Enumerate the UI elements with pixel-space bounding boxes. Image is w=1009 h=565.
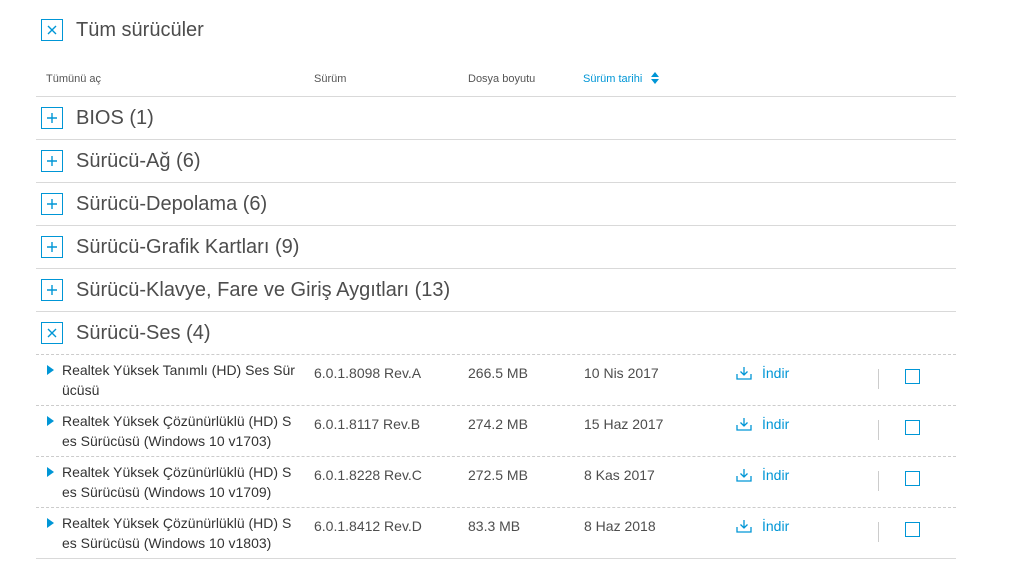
all-drivers-header[interactable]: Tüm sürücüler (41, 16, 204, 44)
plus-icon[interactable] (41, 236, 63, 258)
triangle-right-icon[interactable] (47, 365, 54, 375)
separator (878, 420, 879, 440)
download-label: İndir (762, 365, 790, 381)
plus-icon[interactable] (41, 107, 63, 129)
download-label: İndir (762, 467, 790, 483)
driver-date: 8 Kas 2017 (584, 467, 655, 483)
driver-date: 15 Haz 2017 (584, 416, 664, 432)
close-x-icon[interactable] (41, 322, 63, 344)
driver-name[interactable]: Realtek Yüksek Çözünürlüklü (HD) Ses Sür… (62, 411, 298, 451)
category-audio[interactable]: Sürücü-Ses (4) (36, 312, 956, 354)
driver-version: 6.0.1.8228 Rev.C (314, 467, 422, 483)
category-label: Sürücü-Depolama (6) (76, 192, 268, 215)
download-label: İndir (762, 518, 790, 534)
category-label: BIOS (1) (76, 106, 154, 129)
driver-size: 266.5 MB (468, 365, 528, 381)
driver-version: 6.0.1.8412 Rev.D (314, 518, 422, 534)
select-checkbox[interactable] (905, 420, 920, 435)
separator (878, 369, 879, 389)
sort-icon[interactable] (650, 71, 660, 88)
driver-name[interactable]: Realtek Yüksek Çözünürlüklü (HD) Ses Sür… (62, 513, 298, 553)
triangle-right-icon[interactable] (47, 467, 54, 477)
category-label: Sürücü-Ses (4) (76, 321, 211, 344)
driver-version: 6.0.1.8117 Rev.B (314, 416, 421, 432)
download-label: İndir (762, 416, 790, 432)
driver-row: Realtek Yüksek Çözünürlüklü (HD) Ses Sür… (36, 508, 956, 558)
download-button[interactable]: İndir (736, 467, 789, 483)
category-label: Sürücü-Klavye, Fare ve Giriş Aygıtları (… (76, 278, 451, 301)
triangle-right-icon[interactable] (47, 416, 54, 426)
download-button[interactable]: İndir (736, 416, 789, 432)
release-date-label: Sürüm tarihi (583, 73, 643, 85)
category-label: Sürücü-Grafik Kartları (9) (76, 235, 300, 258)
driver-date: 8 Haz 2018 (584, 518, 656, 534)
select-checkbox[interactable] (905, 471, 920, 486)
plus-icon[interactable] (41, 193, 63, 215)
column-header-release-date[interactable]: Sürüm tarihi (583, 68, 660, 90)
close-x-icon[interactable] (41, 19, 63, 41)
driver-size: 272.5 MB (468, 467, 528, 483)
driver-name[interactable]: Realtek Yüksek Çözünürlüklü (HD) Ses Sür… (62, 462, 298, 502)
download-button[interactable]: İndir (736, 365, 789, 381)
category-graphics[interactable]: Sürücü-Grafik Kartları (9) (36, 226, 956, 268)
download-button[interactable]: İndir (736, 518, 789, 534)
plus-icon[interactable] (41, 279, 63, 301)
category-network[interactable]: Sürücü-Ağ (6) (36, 140, 956, 182)
driver-date: 10 Nis 2017 (584, 365, 659, 381)
driver-size: 83.3 MB (468, 518, 521, 534)
category-label: Sürücü-Ağ (6) (76, 149, 201, 172)
separator (878, 471, 879, 491)
expand-all-link[interactable]: Tümünü aç (46, 68, 101, 90)
category-input-devices[interactable]: Sürücü-Klavye, Fare ve Giriş Aygıtları (… (36, 269, 956, 311)
category-storage[interactable]: Sürücü-Depolama (6) (36, 183, 956, 225)
page-title: Tüm sürücüler (76, 18, 204, 41)
driver-name[interactable]: Realtek Yüksek Tanımlı (HD) Ses Sürücüsü (62, 360, 298, 400)
select-checkbox[interactable] (905, 369, 920, 384)
driver-size: 274.2 MB (468, 416, 528, 432)
driver-row: Realtek Yüksek Çözünürlüklü (HD) Ses Sür… (36, 457, 956, 507)
separator (878, 522, 879, 542)
triangle-right-icon[interactable] (47, 518, 54, 528)
divider (36, 558, 956, 559)
driver-row: Realtek Yüksek Çözünürlüklü (HD) Ses Sür… (36, 406, 956, 456)
select-checkbox[interactable] (905, 522, 920, 537)
driver-row: Realtek Yüksek Tanımlı (HD) Ses Sürücüsü… (36, 355, 956, 405)
plus-icon[interactable] (41, 150, 63, 172)
column-header-version: Sürüm (314, 73, 347, 85)
column-header-file-size: Dosya boyutu (468, 73, 536, 85)
category-bios[interactable]: BIOS (1) (36, 97, 956, 139)
driver-version: 6.0.1.8098 Rev.A (314, 365, 422, 381)
